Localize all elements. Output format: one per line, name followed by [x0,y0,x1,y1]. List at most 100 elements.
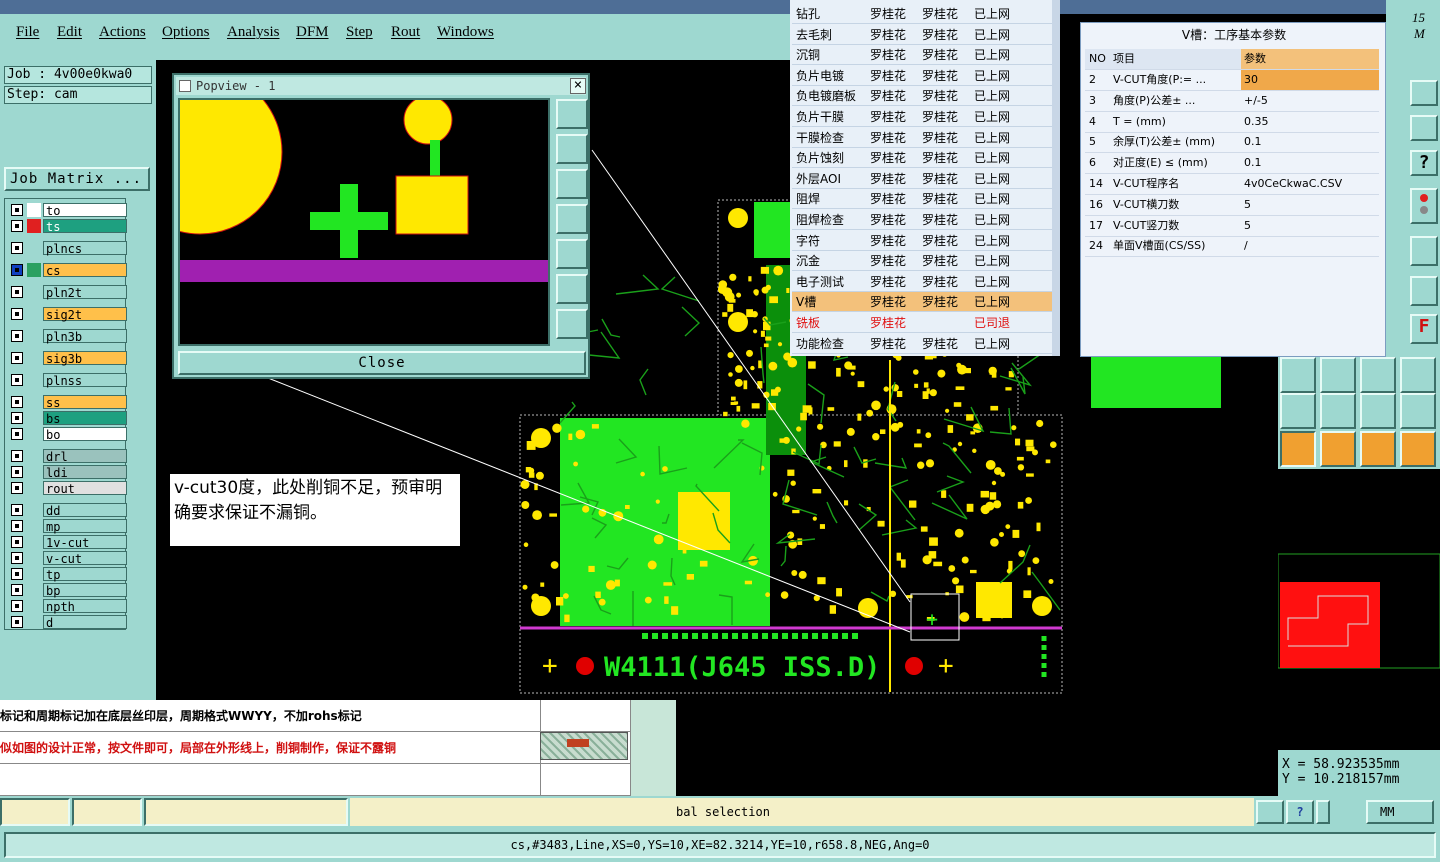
layer-row[interactable]: to [9,203,127,218]
layer-checkbox[interactable] [11,600,23,612]
layer-row[interactable]: dd [9,503,127,518]
layer-checkbox[interactable] [11,264,23,276]
list-scrollbar[interactable] [1052,0,1060,356]
panel-icon[interactable] [1410,80,1438,106]
menu-analysis[interactable]: Analysis [227,24,280,41]
process-row[interactable]: 负电镀磨板 罗桂花 罗桂花 已上网 [792,86,1054,107]
layer-row[interactable]: bp [9,583,127,598]
param-value[interactable]: 0.1 [1241,153,1379,173]
panel-icon[interactable] [1410,236,1438,266]
process-row[interactable]: 阻焊检查 罗桂花 罗桂花 已上网 [792,210,1054,230]
measure-width-icon[interactable] [1360,357,1396,393]
layer-row[interactable]: sig3b [9,351,127,366]
layer-checkbox[interactable] [11,616,23,628]
layer-checkbox[interactable] [11,520,23,532]
pads-icon[interactable] [1400,357,1436,393]
flag-icon[interactable]: F [1410,314,1438,344]
pointer-icon[interactable] [1280,431,1316,467]
layer-row[interactable]: sig2t [9,307,127,322]
layer-checkbox[interactable] [11,466,23,478]
vgroove-param-row[interactable]: 14 V-CUT程序名 4v0CeCkwaC.CSV [1085,174,1379,195]
layer-row[interactable]: v-cut [9,551,127,566]
traffic-light-icon[interactable] [1410,188,1438,224]
layer-checkbox[interactable] [11,584,23,596]
layer-row[interactable]: plncs [9,241,127,256]
select-net-icon[interactable] [1400,431,1436,467]
layer-checkbox[interactable] [11,220,23,232]
printer-icon[interactable] [1256,800,1284,824]
process-row[interactable]: 负片电镀 罗桂花 罗桂花 已上网 [792,66,1054,86]
layer-checkbox[interactable] [11,536,23,548]
process-row[interactable]: V槽 罗桂花 罗桂花 已上网 [792,292,1054,313]
layer-checkbox[interactable] [11,482,23,494]
popview-image[interactable] [178,98,550,346]
units-dropdown[interactable]: MM [1366,800,1434,824]
process-row[interactable]: 负片蚀刻 罗桂花 罗桂花 已上网 [792,148,1054,169]
process-row[interactable]: 电子测试 罗桂花 罗桂花 已上网 [792,272,1054,292]
triangle-select-icon[interactable] [1280,393,1316,429]
vgroove-param-row[interactable]: 4 T = (mm) 0.35 [1085,112,1379,133]
menu-options[interactable]: Options [162,24,210,41]
layer-row[interactable]: npth [9,599,127,614]
layer-checkbox[interactable] [11,428,23,440]
layer-checkbox[interactable] [11,204,23,216]
param-value[interactable]: 0.35 [1241,112,1379,132]
layer-row[interactable]: pln3b [9,329,127,344]
param-value[interactable]: 5 [1241,216,1379,236]
menu-dfm[interactable]: DFM [296,24,329,41]
menu-file[interactable]: File [16,24,39,41]
param-value[interactable]: 0.1 [1241,132,1379,152]
attached-image-thumbnail[interactable] [540,732,628,760]
job-matrix-button[interactable]: Job Matrix ... [4,167,150,191]
process-row[interactable]: 铣板 罗桂花 已司退 [792,313,1054,333]
layer-checkbox[interactable] [11,308,23,320]
process-row[interactable]: 负片干膜 罗桂花 罗桂花 已上网 [792,107,1054,127]
menu-step[interactable]: Step [346,24,373,41]
param-value[interactable]: / [1241,236,1379,256]
process-row[interactable]: 钻孔 罗桂花 罗桂花 已上网 [792,4,1054,24]
vgroove-param-row[interactable]: 17 V-CUT竖刀数 5 [1085,216,1379,237]
process-row[interactable]: 外层AOI 罗桂花 罗桂花 已上网 [792,169,1054,189]
menu-windows[interactable]: Windows [437,24,494,41]
process-row[interactable]: 功能检查 罗桂花 罗桂花 已上网 [792,334,1054,354]
measure-icon[interactable] [1410,276,1438,306]
layer-row[interactable]: d [9,615,127,630]
layer-checkbox[interactable] [11,568,23,580]
layer-row[interactable]: ts [9,219,127,234]
layer-checkbox[interactable] [11,330,23,342]
layer-checkbox[interactable] [11,412,23,424]
triangle-icon[interactable] [1360,393,1396,429]
select-box-icon[interactable] [1320,431,1356,467]
process-row[interactable]: 沉铜 罗桂花 罗桂花 已上网 [792,45,1054,66]
vgroove-param-row[interactable]: 6 对正度(E) ≤ (mm) 0.1 [1085,153,1379,175]
mini-map[interactable] [1277,470,1440,750]
layer-row[interactable]: plnss [9,373,127,388]
line-icon[interactable] [1320,357,1356,393]
vgroove-param-row[interactable]: 5 余厚(T)公差± (mm) 0.1 [1085,132,1379,154]
layer-checkbox[interactable] [11,242,23,254]
popview-pan-down-icon[interactable] [556,169,588,199]
close-icon[interactable]: × [570,78,586,94]
param-value[interactable]: +/-5 [1241,91,1379,111]
help-icon[interactable]: ? [1286,800,1314,824]
process-row[interactable]: 沉金 罗桂花 罗桂花 已上网 [792,251,1054,272]
layer-checkbox[interactable] [11,552,23,564]
process-row[interactable]: 阻焊 罗桂花 罗桂花 已上网 [792,189,1054,210]
param-value[interactable]: 30 [1241,70,1379,90]
vgroove-param-row[interactable]: 2 V-CUT角度(P:= ... 30 [1085,70,1379,91]
process-row[interactable]: 字符 罗桂花 罗桂花 已上网 [792,231,1054,251]
layer-row[interactable]: drl [9,449,127,464]
popview-zoom-window-icon[interactable] [556,99,588,129]
triangle-icon[interactable] [1320,393,1356,429]
help-icon[interactable]: ? [1410,150,1438,176]
vgroove-param-row[interactable]: 3 角度(P)公差± ... +/-5 [1085,91,1379,112]
layer-row[interactable]: mp [9,519,127,534]
spin-icon[interactable] [1316,800,1330,824]
layer-checkbox[interactable] [11,396,23,408]
layer-row[interactable]: cs [9,263,127,278]
popview-pan-up-icon[interactable] [556,134,588,164]
menu-rout[interactable]: Rout [391,24,420,41]
layer-row[interactable]: bs [9,411,127,426]
select-edit-icon[interactable] [1360,431,1396,467]
menu-actions[interactable]: Actions [99,24,146,41]
